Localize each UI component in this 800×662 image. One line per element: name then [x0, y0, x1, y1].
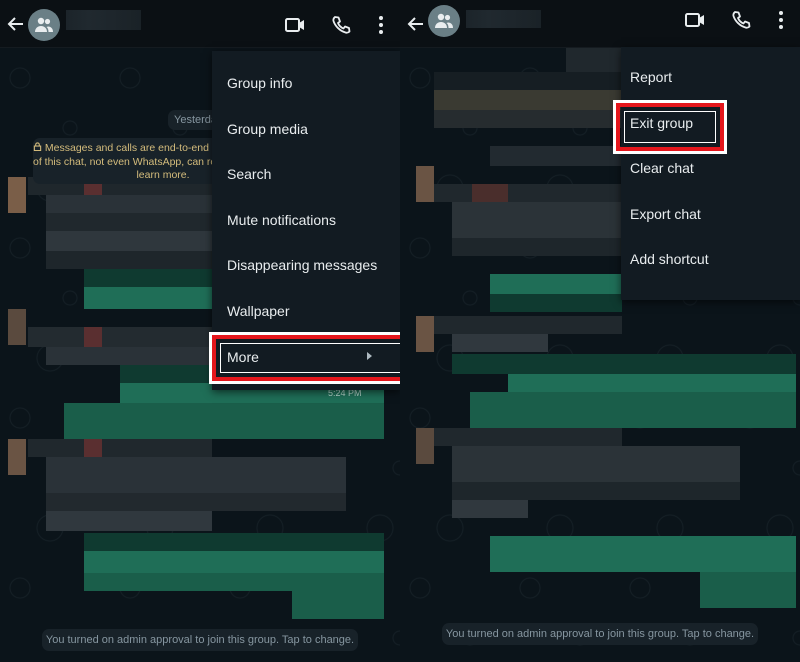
- menu-item-label: Export chat: [630, 206, 701, 222]
- group-avatar[interactable]: [28, 9, 60, 41]
- message-bubble: [46, 493, 346, 511]
- menu-item-label: Add shortcut: [630, 251, 709, 267]
- chat-screen-right: 5:24 PM You turned on admin approval to …: [400, 0, 800, 662]
- message-bubble: [452, 500, 528, 518]
- message-bubble: [46, 231, 212, 251]
- outgoing-bubble: [490, 536, 796, 572]
- encryption-notice-line: Messages and calls are end-to-end encryp…: [44, 142, 223, 154]
- encryption-notice-line: learn more.: [136, 169, 190, 181]
- message-bubble: [434, 72, 622, 90]
- message-bubble: [28, 439, 212, 457]
- chat-screen-left: 5:24 PM Yesterday Messages and calls are…: [0, 0, 400, 662]
- message-bubble: [490, 146, 622, 166]
- outgoing-bubble: [84, 533, 384, 551]
- voice-call-icon[interactable]: [330, 14, 352, 36]
- message-bubble: [46, 457, 346, 493]
- chat-header: [0, 0, 400, 48]
- system-notice[interactable]: You turned on admin approval to join thi…: [442, 623, 758, 645]
- message-bubble: [434, 428, 622, 446]
- outgoing-bubble: [508, 374, 796, 392]
- menu-item-disappearing-messages[interactable]: Disappearing messages: [212, 243, 400, 288]
- sender-name-blur: [84, 327, 102, 347]
- menu-item-export-chat[interactable]: Export chat: [621, 192, 800, 237]
- avatar-blur: [8, 177, 26, 213]
- voice-call-icon[interactable]: [730, 9, 752, 31]
- outgoing-bubble: [452, 354, 796, 374]
- menu-item-label: Search: [227, 166, 272, 182]
- message-bubble: [452, 202, 622, 238]
- highlight-box-exit-group: [613, 100, 727, 154]
- message-bubble: [46, 213, 212, 231]
- menu-item-label: Group media: [227, 121, 308, 137]
- outgoing-bubble: [84, 269, 212, 287]
- message-bubble: [452, 334, 548, 352]
- menu-item-label: Clear chat: [630, 160, 694, 176]
- highlight-inner-border: [624, 111, 716, 143]
- message-bubble: [46, 251, 212, 269]
- highlight-border: [616, 103, 724, 151]
- menu-item-wallpaper[interactable]: Wallpaper: [212, 289, 400, 334]
- highlight-box-more: [209, 332, 400, 384]
- outgoing-bubble: [292, 591, 384, 619]
- group-icon: [435, 13, 453, 28]
- encryption-notice[interactable]: Messages and calls are end-to-end encryp…: [33, 138, 223, 184]
- menu-item-group-info[interactable]: Group info: [212, 61, 400, 106]
- message-bubble: [46, 347, 212, 365]
- message-bubble: [434, 110, 622, 128]
- lock-icon: [33, 142, 42, 152]
- outgoing-bubble: [84, 551, 384, 573]
- avatar-blur: [8, 309, 26, 345]
- chat-header: [400, 0, 800, 48]
- menu-item-label: Wallpaper: [227, 303, 290, 319]
- more-vertical-icon[interactable]: [370, 14, 392, 36]
- outgoing-bubble: [120, 365, 212, 383]
- more-submenu: Report Exit group Clear chat Export chat…: [621, 47, 800, 300]
- avatar-blur: [8, 439, 26, 475]
- message-bubble: [452, 238, 622, 256]
- arrow-left-icon[interactable]: [6, 14, 26, 34]
- arrow-left-icon[interactable]: [406, 14, 426, 34]
- group-name-blurred[interactable]: [466, 10, 541, 28]
- message-bubble: [566, 48, 622, 72]
- avatar-blur: [416, 428, 434, 464]
- menu-item-search[interactable]: Search: [212, 152, 400, 197]
- menu-item-label: Report: [630, 69, 673, 85]
- outgoing-bubble: [490, 294, 622, 312]
- outgoing-bubble: [700, 572, 796, 608]
- avatar-blur: [416, 166, 434, 202]
- message-bubble: [452, 446, 740, 482]
- outgoing-bubble: [84, 573, 384, 591]
- system-notice[interactable]: You turned on admin approval to join thi…: [42, 629, 358, 651]
- highlight-border: [212, 335, 400, 381]
- group-avatar[interactable]: [428, 5, 460, 37]
- highlight-inner-border: [220, 343, 400, 373]
- message-bubble: [28, 327, 212, 347]
- message-bubble: [46, 511, 212, 531]
- menu-item-label: Group info: [227, 75, 293, 91]
- sender-name-blur: [84, 439, 102, 457]
- outgoing-bubble: [64, 403, 384, 439]
- menu-item-report[interactable]: Report: [621, 55, 800, 100]
- group-icon: [35, 17, 53, 32]
- message-bubble: [452, 482, 740, 500]
- more-vertical-icon[interactable]: [770, 9, 792, 31]
- outgoing-bubble: [84, 287, 212, 309]
- menu-item-label: Mute notifications: [227, 212, 336, 228]
- sender-name-blur: [472, 184, 508, 202]
- outgoing-bubble: [470, 392, 796, 428]
- menu-item-add-shortcut[interactable]: Add shortcut: [621, 237, 800, 282]
- encryption-notice-line: of this chat, not even WhatsApp, can rea…: [33, 155, 223, 168]
- message-bubble: [434, 184, 622, 202]
- menu-item-label: Disappearing messages: [227, 257, 378, 273]
- menu-item-mute-notifications[interactable]: Mute notifications: [212, 198, 400, 243]
- message-bubble: [434, 316, 622, 334]
- menu-item-group-media[interactable]: Group media: [212, 107, 400, 152]
- video-call-icon[interactable]: [684, 9, 706, 31]
- message-bubble: [434, 90, 622, 110]
- avatar-blur: [416, 316, 434, 352]
- group-name-blurred[interactable]: [66, 10, 141, 30]
- video-call-icon[interactable]: [284, 14, 306, 36]
- message-bubble: [46, 195, 212, 213]
